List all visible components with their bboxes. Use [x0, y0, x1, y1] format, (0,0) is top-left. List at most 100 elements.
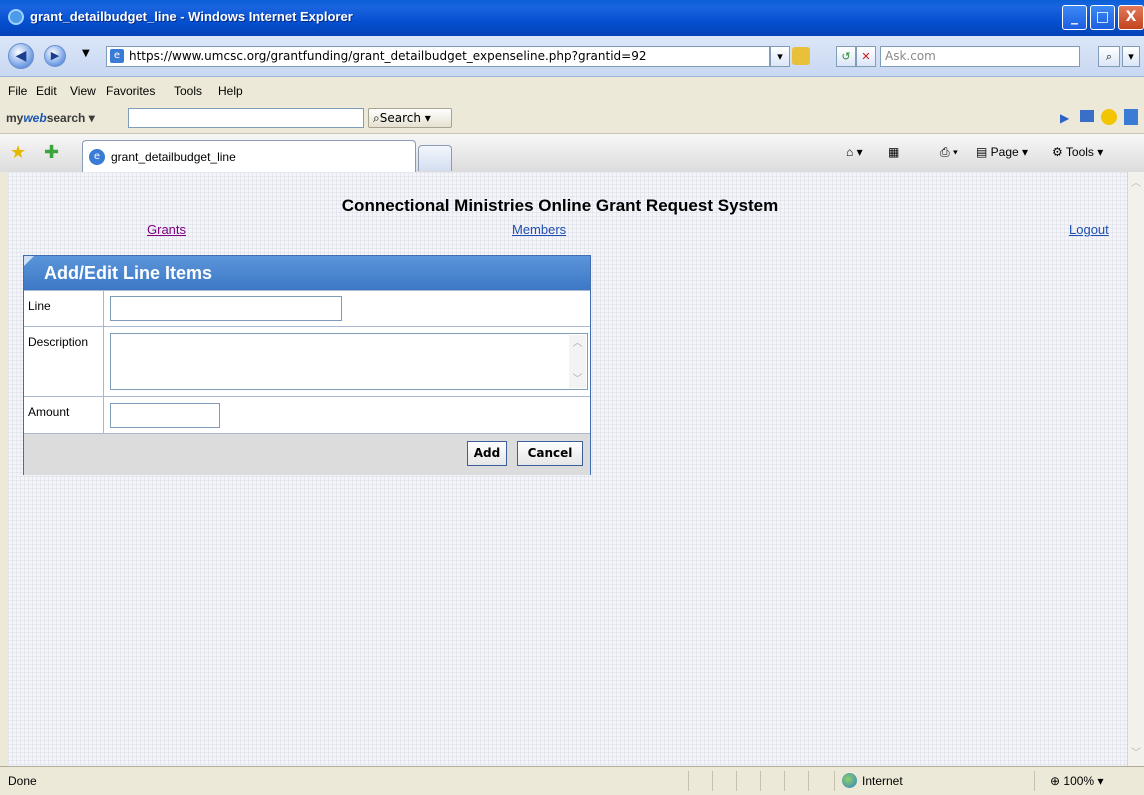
- back-button[interactable]: ◀: [8, 43, 34, 69]
- address-toolbar: ◀ ▶ ▼ e https://www.umcsc.org/grantfundi…: [0, 36, 1144, 77]
- menu-edit[interactable]: Edit: [36, 84, 57, 98]
- amount-input[interactable]: [110, 403, 220, 428]
- mywebsearch-search-button[interactable]: ⌕Search ▾: [368, 108, 452, 128]
- refresh-button[interactable]: ↺: [836, 46, 856, 67]
- search-input[interactable]: Ask.com: [880, 46, 1080, 67]
- ie-logo-icon: [8, 9, 24, 25]
- gear-icon: ⚙: [1052, 145, 1063, 159]
- close-button[interactable]: X: [1118, 5, 1144, 30]
- tools-menu[interactable]: ⚙ Tools ▾: [1052, 145, 1103, 159]
- add-button[interactable]: Add: [467, 441, 507, 466]
- page-content: Connectional Ministries Online Grant Req…: [8, 172, 1127, 766]
- cancel-button[interactable]: Cancel: [517, 441, 583, 466]
- feeds-icon[interactable]: ▦: [888, 145, 899, 159]
- menu-bar: File Edit View Favorites Tools Help: [0, 77, 1144, 103]
- mywebsearch-logo[interactable]: mywebsearch ▾: [6, 111, 95, 125]
- ie-icon[interactable]: [1124, 109, 1138, 125]
- menu-help[interactable]: Help: [218, 84, 243, 98]
- search-options-button[interactable]: ▾: [1122, 46, 1140, 67]
- history-dropdown-icon[interactable]: ▼: [82, 48, 90, 59]
- window-left-border: [0, 172, 8, 766]
- page-menu[interactable]: ▤ Page ▾: [976, 145, 1028, 159]
- line-items-panel: Add/Edit Line Items Line Description ︿ ﹀…: [23, 255, 591, 475]
- zoom-icon: ⊕: [1050, 774, 1061, 788]
- arrow-right-icon: ▶: [50, 49, 60, 62]
- scroll-down-icon[interactable]: ﹀: [1128, 746, 1144, 762]
- panel-title: Add/Edit Line Items: [44, 263, 213, 283]
- new-tab-button[interactable]: [418, 145, 452, 171]
- description-textarea[interactable]: ︿ ﹀: [110, 333, 588, 390]
- address-url: https://www.umcsc.org/grantfunding/grant…: [129, 49, 647, 63]
- form-row-description: Description ︿ ﹀: [24, 326, 590, 397]
- cursor-icon[interactable]: ▶: [1060, 111, 1069, 125]
- security-zone: Internet: [862, 774, 903, 788]
- form-row-line: Line: [24, 290, 590, 327]
- line-input[interactable]: [110, 296, 342, 321]
- status-divider: [688, 771, 689, 791]
- page-title: Connectional Ministries Online Grant Req…: [341, 196, 779, 215]
- page-icon: e: [110, 49, 124, 63]
- refresh-icon: ↺: [841, 50, 851, 63]
- stop-button[interactable]: ✕: [856, 46, 876, 67]
- page-menu-label: Page: [990, 145, 1019, 159]
- scroll-up-icon[interactable]: ︿: [1128, 176, 1144, 192]
- tab-active[interactable]: e grant_detailbudget_line: [82, 140, 416, 172]
- nav-grants-link[interactable]: Grants: [147, 222, 186, 237]
- line-label: Line: [24, 291, 104, 327]
- menu-file[interactable]: File: [8, 84, 27, 98]
- textarea-scrollbar[interactable]: ︿ ﹀: [569, 335, 586, 388]
- nav-logout-link[interactable]: Logout: [1069, 222, 1109, 237]
- brand-mid: web: [23, 111, 47, 125]
- menu-favorites[interactable]: Favorites: [106, 84, 155, 98]
- globe-icon: [842, 773, 857, 788]
- page-scrollbar[interactable]: ︿ ﹀: [1127, 172, 1144, 766]
- smiley-icon[interactable]: [1101, 109, 1117, 125]
- tools-menu-label: Tools: [1065, 145, 1094, 159]
- arrow-left-icon: ◀: [15, 48, 27, 64]
- address-input[interactable]: e https://www.umcsc.org/grantfunding/gra…: [106, 46, 770, 67]
- search-icon: ⌕: [373, 111, 380, 125]
- home-icon[interactable]: ⌂ ▾: [846, 145, 863, 159]
- menu-view[interactable]: View: [70, 84, 96, 98]
- panel-corner: [24, 256, 34, 266]
- maximize-button[interactable]: □: [1090, 5, 1115, 30]
- status-divider: [808, 771, 809, 791]
- favorites-star-icon[interactable]: ★: [10, 142, 26, 163]
- status-bar: Done Internet ⊕ 100% ▾: [0, 766, 1144, 795]
- panel-header: Add/Edit Line Items: [24, 256, 590, 290]
- print-icon[interactable]: ⎙ ▾: [940, 145, 958, 160]
- chevron-up-icon[interactable]: ︿: [569, 335, 586, 352]
- chevron-down-icon: ▾: [1128, 50, 1134, 63]
- description-label: Description: [24, 327, 104, 397]
- status-divider: [784, 771, 785, 791]
- ie-tab-icon: e: [89, 149, 105, 165]
- stop-icon: ✕: [861, 50, 871, 63]
- window-title: grant_detailbudget_line - Windows Intern…: [30, 9, 353, 24]
- tab-label: grant_detailbudget_line: [111, 150, 236, 164]
- minimize-button[interactable]: _: [1062, 5, 1087, 30]
- chevron-down-icon: ▾: [777, 50, 783, 63]
- address-dropdown-button[interactable]: ▾: [770, 46, 790, 67]
- mywebsearch-input[interactable]: [128, 108, 364, 128]
- nav-members-link[interactable]: Members: [512, 222, 566, 237]
- search-go-button[interactable]: ⌕: [1098, 46, 1120, 67]
- search-icon: ⌕: [1105, 50, 1113, 63]
- search-button-label: Search: [379, 111, 421, 125]
- lock-icon[interactable]: [792, 47, 810, 65]
- status-divider: [834, 771, 835, 791]
- status-divider: [760, 771, 761, 791]
- status-text: Done: [8, 774, 37, 788]
- monitor-icon[interactable]: [1080, 110, 1094, 122]
- form-row-amount: Amount: [24, 396, 590, 434]
- form-actions: Add Cancel: [24, 433, 590, 475]
- zoom-level[interactable]: ⊕ 100% ▾: [1050, 774, 1103, 788]
- forward-button[interactable]: ▶: [44, 45, 66, 67]
- amount-label: Amount: [24, 397, 104, 434]
- status-divider: [712, 771, 713, 791]
- zoom-value: 100%: [1063, 774, 1095, 788]
- brand-prefix: my: [6, 111, 24, 125]
- mywebsearch-toolbar: mywebsearch ▾ ⌕Search ▾ ▶: [0, 103, 1144, 134]
- menu-tools[interactable]: Tools: [174, 84, 202, 98]
- add-favorites-icon[interactable]: ✚: [44, 142, 59, 163]
- chevron-down-icon[interactable]: ﹀: [569, 371, 586, 388]
